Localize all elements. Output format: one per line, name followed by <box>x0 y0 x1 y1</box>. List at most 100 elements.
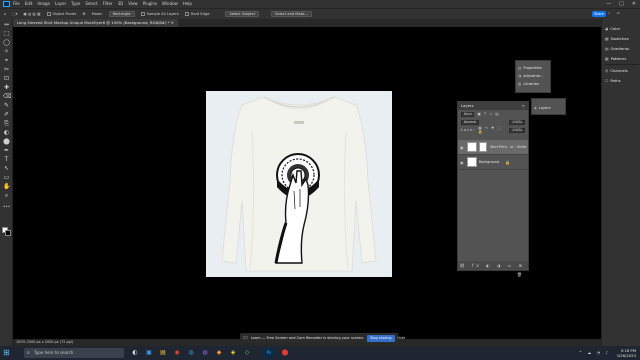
system-tray-icons[interactable]: ^ ☁ ◔ ♪ <box>579 350 610 355</box>
object-selection-tool-icon[interactable]: ⌖ <box>3 57 10 64</box>
dock-patterns[interactable]: ▩ Patterns <box>605 56 626 61</box>
move-tool-icon[interactable]: ↔ <box>3 21 10 28</box>
opacity-field[interactable]: 100% <box>509 119 525 125</box>
menu-3d[interactable]: 3D <box>118 0 124 8</box>
lasso-tool-icon[interactable]: ✧ <box>3 48 10 55</box>
adjustments-tab[interactable]: ◑ Adjustme... <box>516 72 550 80</box>
lock-icons[interactable]: ▦ ✎ ✚ ⬚ 🔒 <box>478 126 506 134</box>
tools-panel: ↔ ⬚ ◯ ✧ ⌖ ✂ ⊡ ✚ ⌫ ✎ ✐ ⎘ ◐ ⬤ ✒ T ↖ ▭ ✋ ⌕ … <box>0 19 13 346</box>
taskbar-app-icon[interactable]: ⬤ <box>280 348 290 358</box>
taskbar-app-icon[interactable]: ◈ <box>228 348 238 358</box>
pen-tool-icon[interactable]: ✒ <box>3 147 10 154</box>
hard-edge-option[interactable]: Hard Edge <box>184 12 209 16</box>
search-icon[interactable]: ⌕ <box>608 11 610 15</box>
object-finder-option[interactable]: Object Finder <box>46 12 76 16</box>
settings-icon[interactable]: ⚙ <box>82 12 85 16</box>
clone-stamp-tool-icon[interactable]: ✐ <box>3 111 10 118</box>
rectangle-tool-icon[interactable]: ▭ <box>3 174 10 181</box>
loom-sharing-banner: ▭ Loom — Free Screen and Cam Recorder is… <box>240 333 405 343</box>
eyedropper-tool-icon[interactable]: ✚ <box>3 84 10 91</box>
taskbar-app-icon[interactable]: ◆ <box>214 348 224 358</box>
select-and-mask-button[interactable]: Select and Mask... <box>271 11 312 17</box>
taskbar-clock[interactable]: 5:18 PM 3/26/2023 <box>617 346 636 360</box>
menu-file[interactable]: File <box>13 0 20 8</box>
menu-image[interactable]: Image <box>37 0 50 8</box>
marquee-tool-icon[interactable]: ◯ <box>3 39 10 46</box>
stop-sharing-button[interactable]: Stop sharing <box>367 334 395 342</box>
layer-row-shirt-print[interactable]: ◉ Shirt Print - or - Smile <box>458 140 528 155</box>
selection-modes[interactable]: ▣ ▤ ▥ ▦ <box>23 12 40 16</box>
photoshop-taskbar-icon[interactable]: Ps <box>264 348 274 358</box>
layers-panel-header[interactable]: Layers ≡ <box>458 102 528 110</box>
mode-select[interactable]: Rectangle <box>108 11 135 17</box>
menu-filter[interactable]: Filter <box>103 0 113 8</box>
chrome-icon[interactable]: ◉ <box>172 348 182 358</box>
path-selection-tool-icon[interactable]: ↖ <box>3 165 10 172</box>
edge-icon[interactable]: ◎ <box>186 348 196 358</box>
close-button[interactable]: ✕ <box>632 0 636 8</box>
sample-all-layers-option[interactable]: Sample All Layers <box>140 12 179 16</box>
share-button[interactable]: Share <box>592 11 606 17</box>
dock-gradients[interactable]: ▤ Gradients <box>605 46 629 51</box>
hide-button[interactable]: Hide <box>398 336 406 340</box>
filter-icons[interactable]: ▣ T ◇ ▤ <box>477 112 499 116</box>
tool-preset-icon[interactable]: ⬚▾ <box>12 12 17 16</box>
artboard-tool-icon[interactable]: ⬚ <box>3 30 10 37</box>
menu-edit[interactable]: Edit <box>25 0 33 8</box>
menu-layer[interactable]: Layer <box>55 0 66 8</box>
layer-row-background[interactable]: ◉ Background 🔒 <box>458 155 528 170</box>
menu-help[interactable]: Help <box>183 0 192 8</box>
menu-view[interactable]: View <box>128 0 138 8</box>
edit-toolbar-icon[interactable]: ••• <box>3 203 10 210</box>
history-brush-tool-icon[interactable]: ⎘ <box>3 120 10 127</box>
layer-filter-kind[interactable]: Kind <box>461 111 475 117</box>
healing-brush-tool-icon[interactable]: ⌫ <box>3 93 11 100</box>
menu-type[interactable]: Type <box>71 0 80 8</box>
select-subject-button[interactable]: Select Subject <box>225 11 260 17</box>
document-tab[interactable]: Long Sleeved Shirt Mockup Unique Mockfly… <box>13 19 178 27</box>
minimize-button[interactable]: — <box>606 0 611 8</box>
panel-menu-icon[interactable]: ≡ <box>522 102 525 110</box>
fill-field[interactable]: 100% <box>509 127 525 133</box>
visibility-eye-icon[interactable]: ◉ <box>460 160 467 165</box>
frame-tool-icon[interactable]: ⊡ <box>3 75 10 82</box>
task-view-icon[interactable]: ◐ <box>130 348 140 358</box>
properties-tab[interactable]: ▤ Properties <box>516 64 550 72</box>
eraser-tool-icon[interactable]: ◐ <box>3 129 10 136</box>
menu-select[interactable]: Select <box>85 0 97 8</box>
file-explorer-icon[interactable]: ▤ <box>158 348 168 358</box>
dock-paths[interactable]: ⬠ Paths <box>605 78 621 83</box>
gradient-tool-icon[interactable]: ⬤ <box>3 138 10 145</box>
dock-swatches[interactable]: ▦ Swatches <box>605 36 629 41</box>
layers-filter-row: Kind ▣ T ◇ ▤ <box>458 110 528 118</box>
menu-window[interactable]: Window <box>162 0 178 8</box>
dock-color[interactable]: ◕ Color <box>605 26 620 31</box>
hard-edge-checkbox[interactable] <box>184 12 189 16</box>
windows-start-icon[interactable]: ⊞ <box>3 349 11 357</box>
taskbar-app-icon[interactable]: ▣ <box>144 348 154 358</box>
taskbar-app-icon[interactable]: ◍ <box>200 348 210 358</box>
blend-mode-select[interactable]: Normal <box>461 119 480 125</box>
hand-tool-icon[interactable]: ✋ <box>3 183 10 190</box>
visibility-eye-icon[interactable]: ◉ <box>460 145 467 150</box>
maximize-button[interactable]: □ <box>619 0 624 8</box>
home-icon[interactable]: ⌂ <box>4 12 6 16</box>
layers-collapsed-tab[interactable]: ◈ Layers <box>532 104 565 112</box>
object-finder-checkbox[interactable] <box>46 12 51 16</box>
type-tool-icon[interactable]: T <box>3 156 10 163</box>
dock-channels[interactable]: ◎ Channels <box>605 68 628 73</box>
background-color-swatch[interactable] <box>5 230 11 236</box>
document-canvas[interactable] <box>206 91 392 277</box>
taskbar-app-icon[interactable]: ◇ <box>242 348 252 358</box>
sample-all-layers-checkbox[interactable] <box>140 12 145 16</box>
layers-footer-icons[interactable]: ⛓ fx ◐ ◑ ▭ ⊞ 🗑 <box>458 261 528 277</box>
menu-plugins[interactable]: Plugins <box>143 0 157 8</box>
taskbar-search-input[interactable]: Type here to search <box>24 348 124 358</box>
brush-tool-icon[interactable]: ✎ <box>3 102 10 109</box>
crop-tool-icon[interactable]: ✂ <box>3 66 10 73</box>
zoom-tool-icon[interactable]: ⌕ <box>3 192 10 199</box>
layer-name: Background <box>479 160 500 164</box>
workspace-icon[interactable]: ▭ <box>617 11 620 15</box>
tab-close-icon[interactable]: ✕ <box>171 20 174 25</box>
libraries-tab[interactable]: ▥ Libraries <box>516 80 550 88</box>
